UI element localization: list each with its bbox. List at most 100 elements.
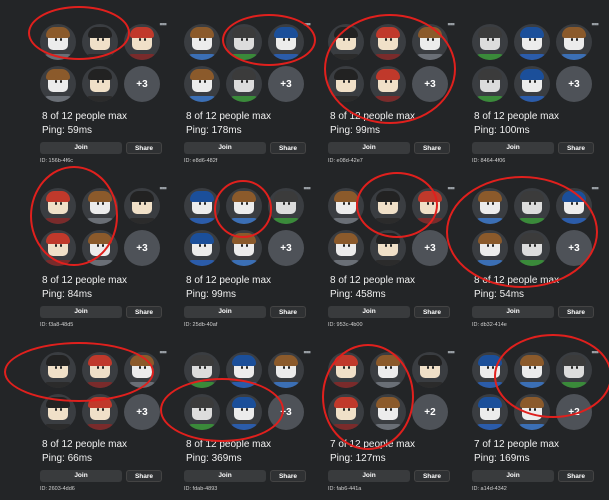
player-avatar[interactable] [40,230,76,266]
player-avatar[interactable] [82,24,118,60]
share-button[interactable]: Share [414,306,450,318]
more-players-badge[interactable]: +3 [124,230,160,266]
more-players-badge[interactable]: +3 [268,230,304,266]
player-avatar[interactable] [82,188,118,224]
server-id: ID: a14d-4342 [472,486,507,492]
player-avatar[interactable] [514,188,550,224]
player-avatar[interactable] [514,230,550,266]
player-avatar[interactable] [226,66,262,102]
player-avatar[interactable] [370,66,406,102]
more-players-badge[interactable]: +3 [124,394,160,430]
share-button[interactable]: Share [270,470,306,482]
player-avatar[interactable] [184,394,220,430]
server-actions: Join Share [328,470,450,482]
player-avatar[interactable] [226,24,262,60]
player-avatar[interactable] [328,352,364,388]
join-button[interactable]: Join [472,306,554,318]
player-avatar[interactable] [184,352,220,388]
share-button[interactable]: Share [558,142,594,154]
share-button[interactable]: Share [126,470,162,482]
join-button[interactable]: Join [184,142,266,154]
player-avatar[interactable] [184,66,220,102]
player-avatar[interactable] [514,394,550,430]
more-players-badge[interactable]: +3 [412,230,448,266]
player-avatar[interactable] [268,24,304,60]
share-button[interactable]: Share [558,470,594,482]
more-players-badge[interactable]: +3 [268,66,304,102]
more-players-badge[interactable]: +3 [268,394,304,430]
player-avatar[interactable] [124,24,160,60]
player-avatar[interactable] [226,188,262,224]
join-button[interactable]: Join [472,142,554,154]
join-button[interactable]: Join [40,142,122,154]
player-avatar[interactable] [370,352,406,388]
more-players-badge[interactable]: +2 [556,394,592,430]
player-avatar[interactable] [556,352,592,388]
join-button[interactable]: Join [472,470,554,482]
join-button[interactable]: Join [40,470,122,482]
player-avatar[interactable] [124,352,160,388]
player-avatar[interactable] [40,352,76,388]
player-avatar[interactable] [40,24,76,60]
player-avatar[interactable] [82,230,118,266]
join-button[interactable]: Join [184,470,266,482]
player-avatar[interactable] [226,230,262,266]
player-avatar[interactable] [370,188,406,224]
join-button[interactable]: Join [40,306,122,318]
share-button[interactable]: Share [126,306,162,318]
player-avatar[interactable] [184,230,220,266]
player-avatar[interactable] [472,24,508,60]
player-avatar[interactable] [328,24,364,60]
player-avatar[interactable] [412,352,448,388]
server-info: 8 of 12 people max Ping: 59ms [42,110,127,138]
player-avatar[interactable] [328,394,364,430]
player-avatar[interactable] [472,230,508,266]
player-avatar[interactable] [226,352,262,388]
more-players-badge[interactable]: +3 [556,66,592,102]
player-avatar[interactable] [124,188,160,224]
player-avatar[interactable] [472,352,508,388]
player-avatar[interactable] [556,188,592,224]
share-button[interactable]: Share [414,470,450,482]
player-avatar[interactable] [184,188,220,224]
share-button[interactable]: Share [270,142,306,154]
player-avatar[interactable] [556,24,592,60]
player-avatar[interactable] [328,188,364,224]
player-avatar[interactable] [328,66,364,102]
player-avatar[interactable] [370,230,406,266]
join-button[interactable]: Join [184,306,266,318]
player-avatar[interactable] [82,66,118,102]
player-avatar[interactable] [40,66,76,102]
player-avatar[interactable] [370,394,406,430]
share-button[interactable]: Share [270,306,306,318]
more-players-badge[interactable]: +3 [412,66,448,102]
player-avatar[interactable] [268,352,304,388]
player-avatar[interactable] [472,394,508,430]
player-avatar[interactable] [328,230,364,266]
player-avatar[interactable] [184,24,220,60]
player-avatar[interactable] [82,394,118,430]
player-avatar[interactable] [226,394,262,430]
player-avatar[interactable] [472,66,508,102]
share-button[interactable]: Share [414,142,450,154]
player-avatar[interactable] [514,24,550,60]
player-avatar[interactable] [472,188,508,224]
share-button[interactable]: Share [558,306,594,318]
more-players-badge[interactable]: +3 [124,66,160,102]
player-avatar[interactable] [40,394,76,430]
join-button[interactable]: Join [328,470,410,482]
join-button[interactable]: Join [328,142,410,154]
player-avatar[interactable] [412,24,448,60]
player-avatar[interactable] [514,66,550,102]
share-button[interactable]: Share [126,142,162,154]
player-avatar[interactable] [370,24,406,60]
player-avatar[interactable] [268,188,304,224]
more-players-badge[interactable]: +2 [412,394,448,430]
player-avatar[interactable] [514,352,550,388]
player-avatar[interactable] [40,188,76,224]
player-avatar[interactable] [82,352,118,388]
player-avatar[interactable] [412,188,448,224]
player-avatars: +3 [40,24,164,102]
more-players-badge[interactable]: +3 [556,230,592,266]
join-button[interactable]: Join [328,306,410,318]
